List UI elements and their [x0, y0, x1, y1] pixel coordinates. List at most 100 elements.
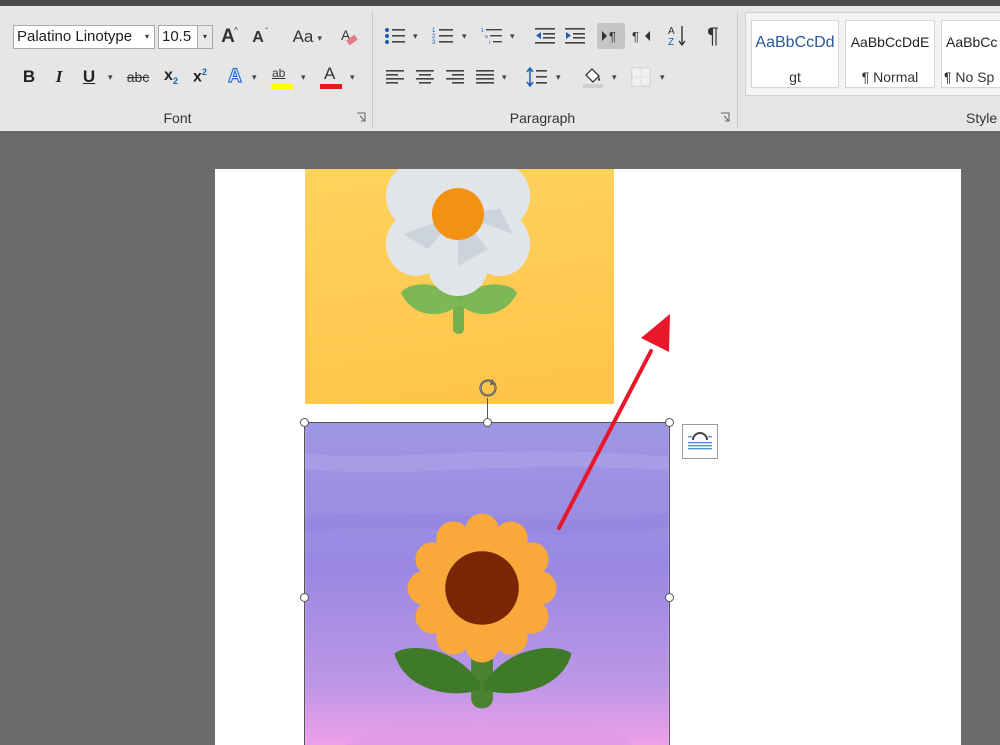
dialog-launcher-icon[interactable]	[720, 112, 730, 122]
style-name: gt	[789, 69, 801, 85]
svg-text:A: A	[668, 26, 675, 37]
italic-icon: I	[55, 67, 63, 86]
svg-text:3: 3	[432, 40, 436, 46]
svg-text:1: 1	[481, 28, 484, 34]
line-spacing-icon	[526, 67, 547, 87]
paragraph-group-label: Paragraph	[509, 110, 576, 126]
decrease-indent-icon	[535, 28, 555, 44]
dialog-launcher-icon[interactable]	[356, 112, 366, 122]
numbering-button[interactable]: 1 2 3	[431, 25, 455, 47]
rtl-text-button[interactable]: ¶	[628, 23, 654, 49]
subscript-button[interactable]: x2	[160, 66, 182, 88]
chevron-down-icon[interactable]: ▾	[502, 72, 507, 83]
underline-icon: U	[82, 67, 96, 86]
text-effects-icon: A	[228, 65, 243, 87]
image-sunflower[interactable]	[304, 422, 670, 745]
align-center-button[interactable]	[413, 66, 437, 88]
align-center-icon	[416, 70, 434, 84]
chevron-down-icon[interactable]: ▾	[660, 72, 665, 83]
chevron-down-icon[interactable]: ▾	[350, 72, 355, 83]
subscript-icon: x2	[164, 67, 178, 87]
bullets-icon	[385, 28, 405, 44]
resize-handle-middle-right[interactable]	[665, 593, 674, 602]
superscript-button[interactable]: x2	[189, 66, 211, 88]
resize-handle-top-center[interactable]	[483, 418, 492, 427]
rotate-icon[interactable]	[476, 376, 500, 400]
borders-button[interactable]	[628, 64, 654, 90]
chevron-down-icon[interactable]: ▾	[413, 31, 418, 42]
italic-button[interactable]: I	[48, 66, 70, 88]
line-spacing-button[interactable]	[524, 64, 550, 90]
chevron-down-icon[interactable]: ▾	[317, 33, 322, 44]
font-color-bar	[320, 84, 342, 89]
resize-handle-top-right[interactable]	[665, 418, 674, 427]
multilevel-list-button[interactable]: 1 a i	[480, 25, 504, 47]
word-window: Palatino Linotype ▾ 10.5 ▾ A ^ A ˇ Aa ▾ …	[0, 0, 1000, 745]
svg-text:Z: Z	[668, 37, 674, 48]
increase-indent-button[interactable]	[563, 25, 587, 47]
style-sample: AaBbCcDdE	[850, 34, 930, 50]
borders-icon	[631, 67, 651, 87]
shrink-font-icon: A	[252, 29, 264, 46]
superscript-icon: x2	[193, 67, 207, 86]
pilcrow-icon: ¶	[707, 23, 719, 48]
chevron-down-icon[interactable]: ▾	[510, 31, 515, 42]
grow-font-icon: A	[221, 26, 235, 47]
underline-button[interactable]: U	[78, 66, 100, 88]
chevron-down-icon[interactable]: ▾	[462, 31, 467, 42]
bold-button[interactable]: B	[18, 66, 40, 88]
decrease-indent-button[interactable]	[533, 25, 557, 47]
align-left-button[interactable]	[383, 66, 407, 88]
chevron-down-icon[interactable]: ▾	[556, 72, 561, 83]
sort-button[interactable]: A Z	[665, 23, 689, 49]
resize-handle-middle-left[interactable]	[300, 593, 309, 602]
highlight-icon: ab	[272, 66, 286, 80]
group-separator	[737, 12, 738, 128]
resize-handle-top-left[interactable]	[300, 418, 309, 427]
ltr-text-button[interactable]: ¶	[597, 23, 625, 49]
numbering-icon: 1 2 3	[432, 28, 453, 46]
shading-button[interactable]	[579, 64, 607, 90]
font-group-label: Font	[163, 110, 192, 126]
ribbon-top-strip	[0, 0, 1000, 6]
chevron-down-icon[interactable]: ▾	[252, 72, 257, 83]
font-size-value: 10.5	[162, 28, 192, 45]
font-color-button[interactable]: A	[318, 64, 344, 90]
font-color-icon: A	[324, 64, 336, 83]
sort-az-icon: A Z	[668, 26, 686, 48]
chevron-down-icon[interactable]: ▾	[140, 26, 154, 48]
highlight-button[interactable]: ab	[269, 64, 295, 90]
chevron-down-icon[interactable]: ▾	[108, 72, 113, 83]
style-card-no-spacing[interactable]: AaBbCc ¶ No Sp	[941, 20, 1000, 88]
font-name-combo[interactable]: Palatino Linotype ▾	[13, 25, 155, 49]
strikethrough-button[interactable]: abc	[124, 66, 152, 88]
show-marks-button[interactable]: ¶	[701, 23, 725, 49]
image-white-flower[interactable]	[305, 169, 614, 404]
font-name-value: Palatino Linotype	[17, 28, 133, 45]
align-right-button[interactable]	[443, 66, 467, 88]
layout-options-icon	[688, 432, 712, 450]
change-case-button[interactable]: Aa ▾	[283, 26, 323, 48]
font-size-combo[interactable]: 10.5 ▾	[158, 25, 213, 49]
group-separator	[372, 12, 373, 128]
chevron-down-icon[interactable]: ▾	[197, 26, 212, 48]
multilevel-list-icon: 1 a i	[481, 28, 502, 46]
chevron-down-icon[interactable]: ▾	[301, 72, 306, 83]
clear-formatting-button[interactable]: A	[338, 25, 360, 49]
bullets-button[interactable]	[383, 25, 407, 47]
style-card-normal[interactable]: AaBbCcDdE ¶ Normal	[845, 20, 935, 88]
strikethrough-icon: abc	[126, 69, 150, 85]
style-card-gt[interactable]: AaBbCcDd gt	[751, 20, 839, 88]
chevron-down-icon[interactable]: ▾	[612, 72, 617, 83]
style-name: ¶ Normal	[861, 69, 919, 85]
document-page[interactable]	[215, 169, 961, 745]
layout-options-button[interactable]	[682, 424, 718, 459]
grow-font-button[interactable]: A ^	[217, 26, 239, 48]
shrink-font-button[interactable]: A ˇ	[248, 27, 268, 48]
text-effects-button[interactable]: A	[224, 65, 246, 88]
left-to-right-icon: ¶	[602, 29, 616, 44]
style-name: ¶ No Sp	[944, 69, 995, 85]
justify-button[interactable]	[473, 66, 497, 88]
clear-formatting-icon: A	[341, 27, 358, 45]
highlight-color-bar	[271, 84, 293, 89]
